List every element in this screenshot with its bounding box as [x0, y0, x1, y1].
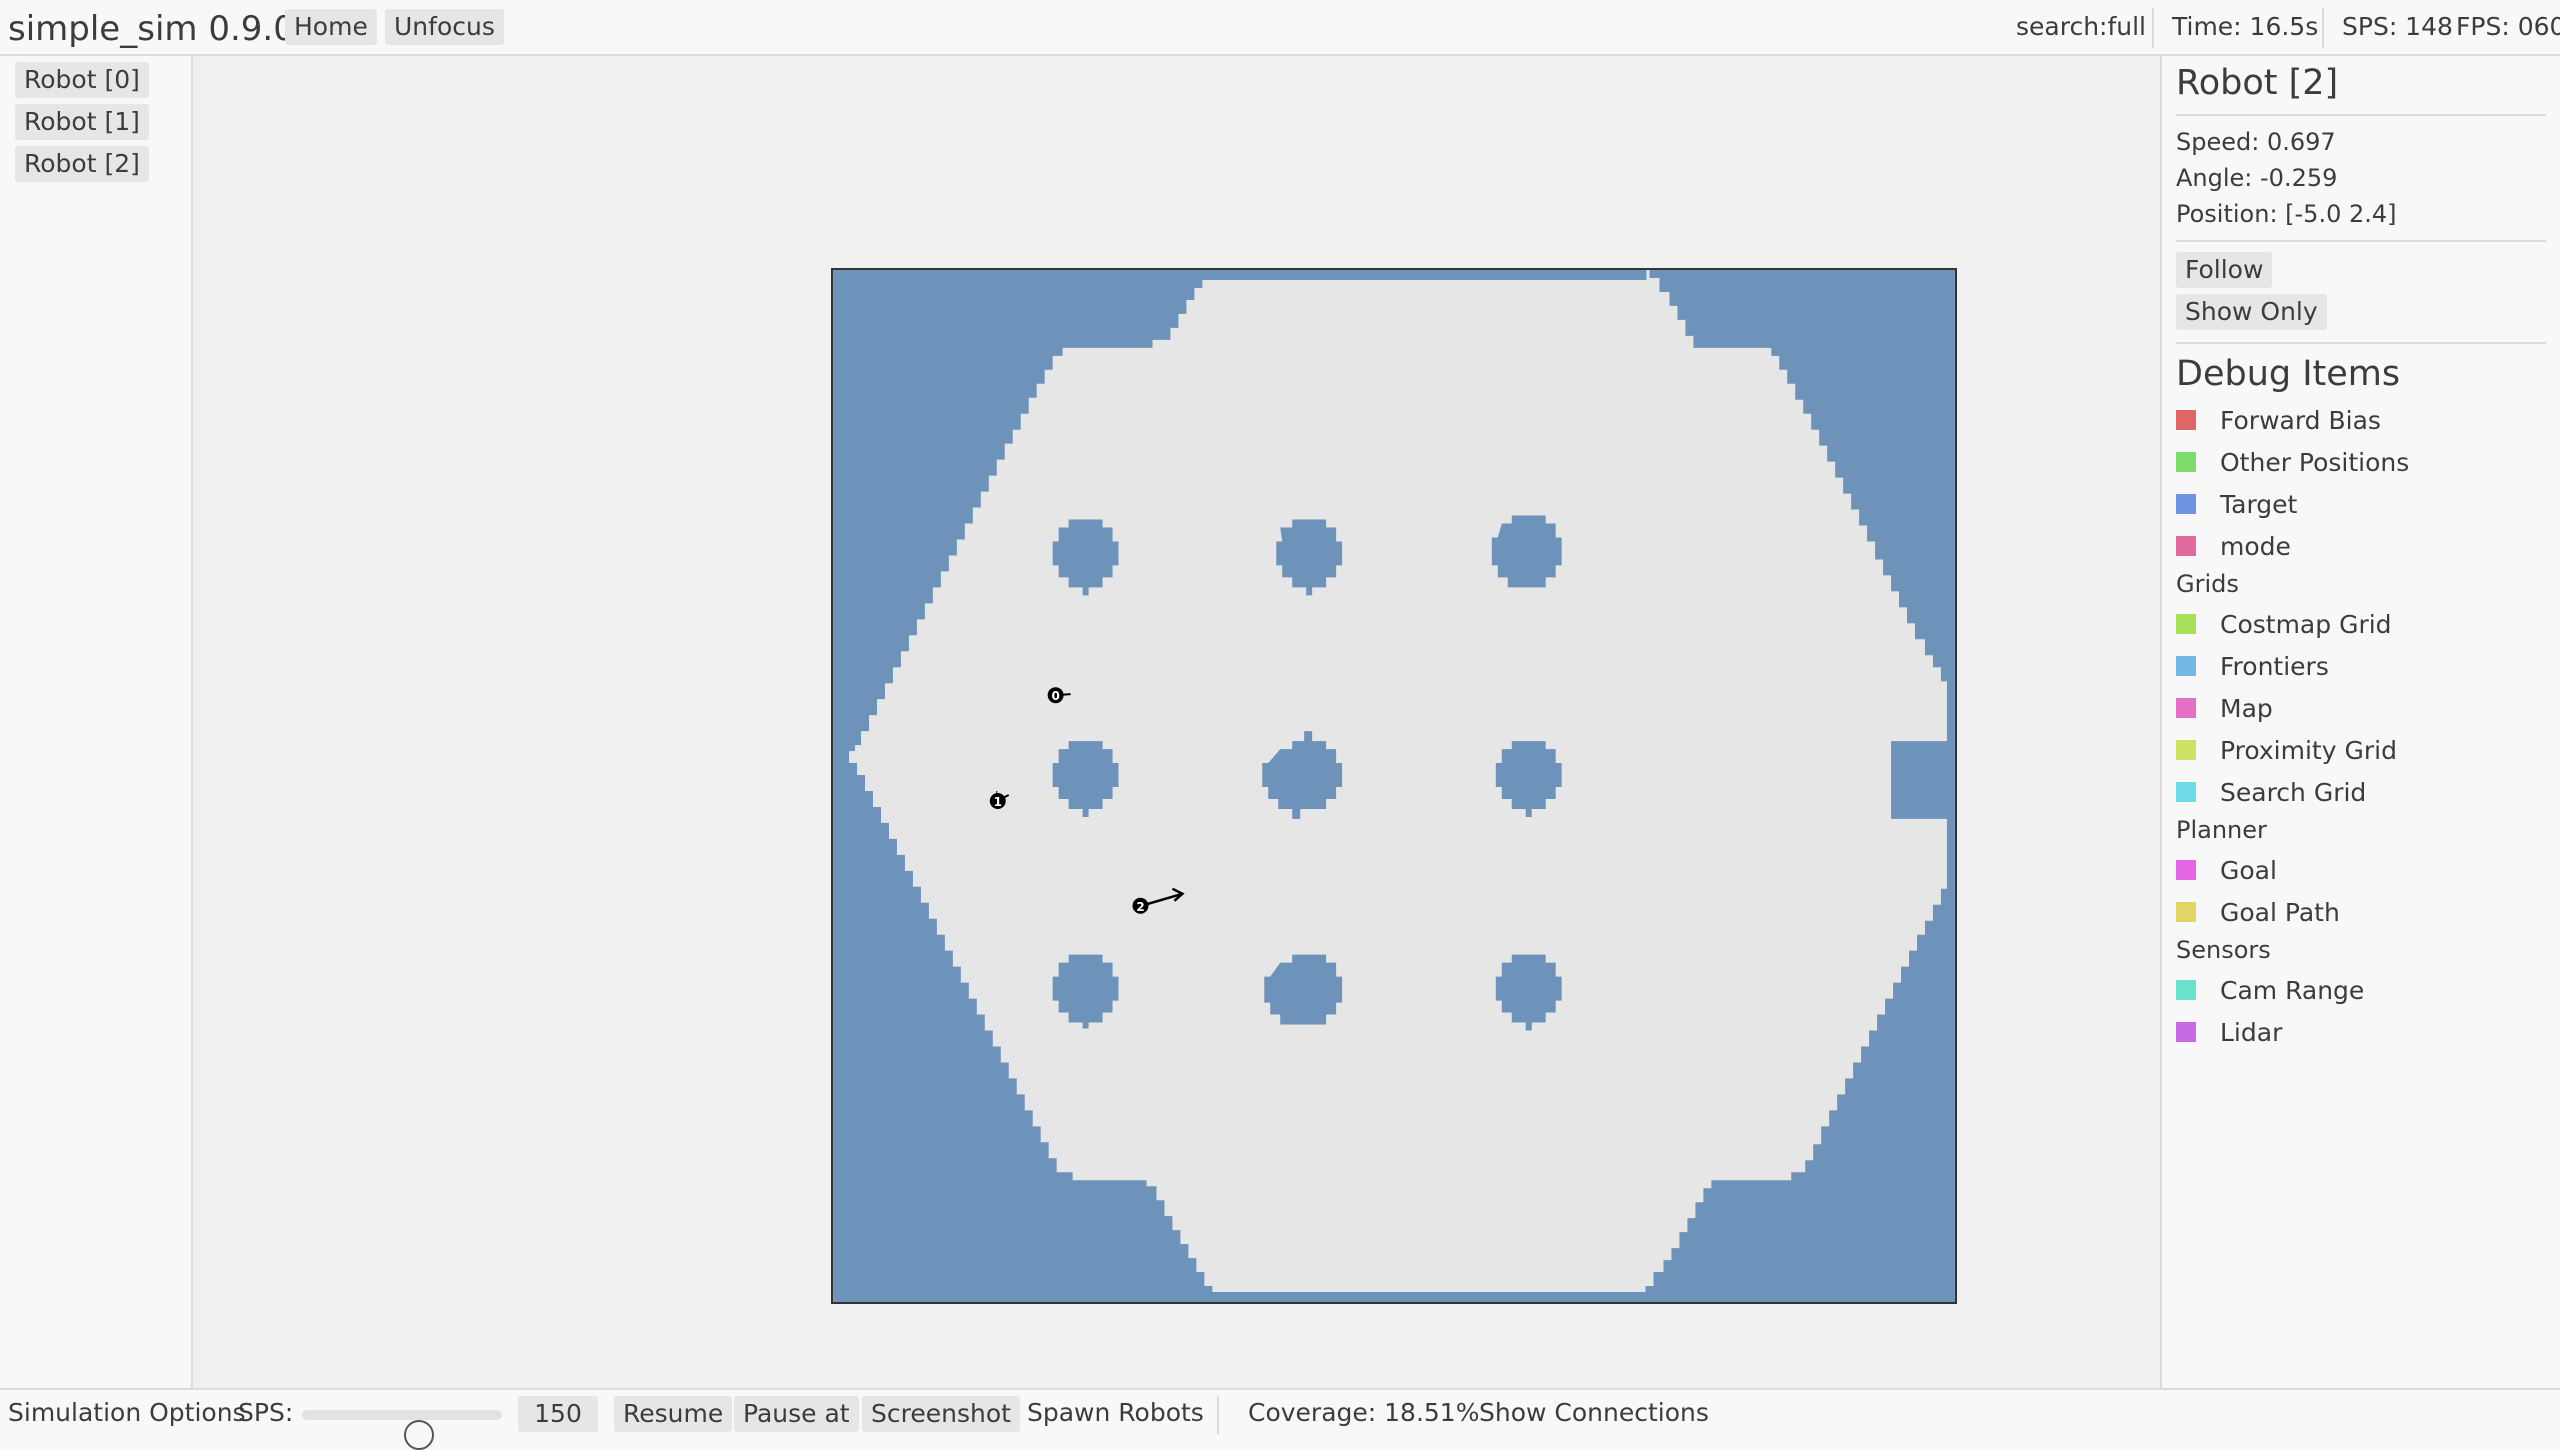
position-readout: Position: [-5.0 2.4] — [2176, 200, 2397, 228]
color-swatch-icon — [2176, 698, 2196, 718]
color-swatch-icon — [2176, 1022, 2196, 1042]
sps-readout: SPS: 148 — [2342, 12, 2453, 41]
debug-item-cam-range[interactable]: Cam Range — [2176, 972, 2364, 1008]
group-heading-planner: Planner — [2176, 816, 2267, 844]
search-mode-label: search:full — [2016, 12, 2147, 41]
time-readout: Time: 16.5s — [2172, 12, 2319, 41]
debug-item-lidar[interactable]: Lidar — [2176, 1014, 2282, 1050]
resume-button[interactable]: Resume — [614, 1396, 733, 1432]
robot-inspector-panel: Robot [2] Speed: 0.697 Angle: -0.259 Pos… — [2160, 56, 2560, 1388]
app-title: simple_sim 0.9.0 — [8, 9, 295, 49]
home-button[interactable]: Home — [285, 9, 377, 45]
coverage-readout: Coverage: 18.51% — [1248, 1398, 1480, 1427]
robot-list-item-0[interactable]: Robot [0] — [15, 62, 149, 98]
fps-readout: FPS: 060 — [2456, 12, 2560, 41]
group-heading-grids: Grids — [2176, 570, 2239, 598]
occupancy-map[interactable]: 0 1 2 — [831, 268, 1957, 1304]
color-swatch-icon — [2176, 902, 2196, 922]
group-heading-sensors: Sensors — [2176, 936, 2271, 964]
color-swatch-icon — [2176, 656, 2196, 676]
color-swatch-icon — [2176, 782, 2196, 802]
debug-item-proximity-grid[interactable]: Proximity Grid — [2176, 732, 2397, 768]
robot-id-label: 0 — [1051, 689, 1059, 703]
robot-id-label: 2 — [1136, 900, 1144, 914]
obstacle — [1491, 515, 1562, 588]
simulation-options-label: Simulation Options — [8, 1398, 246, 1427]
debug-item-label: Search Grid — [2220, 777, 2367, 807]
color-swatch-icon — [2176, 614, 2196, 634]
divider — [2176, 114, 2546, 116]
follow-button[interactable]: Follow — [2176, 252, 2273, 288]
color-swatch-icon — [2176, 536, 2196, 556]
divider — [2176, 342, 2546, 344]
inspector-title: Robot [2] — [2176, 63, 2339, 103]
debug-item-label: Forward Bias — [2220, 405, 2381, 435]
color-swatch-icon — [2176, 410, 2196, 430]
speed-readout: Speed: 0.697 — [2176, 128, 2336, 156]
top-bar: simple_sim 0.9.0 Home Unfocus search:ful… — [0, 0, 2560, 56]
debug-item-frontiers[interactable]: Frontiers — [2176, 648, 2329, 684]
spawn-robots-button[interactable]: Spawn Robots — [1027, 1395, 1204, 1431]
robot-list-item-2[interactable]: Robot [2] — [15, 146, 149, 182]
debug-item-forward-bias[interactable]: Forward Bias — [2176, 402, 2381, 438]
debug-item-costmap-grid[interactable]: Costmap Grid — [2176, 606, 2392, 642]
debug-item-mode[interactable]: mode — [2176, 528, 2291, 564]
debug-item-label: Frontiers — [2220, 651, 2329, 681]
robot-list-panel: Robot [0] Robot [1] Robot [2] — [0, 56, 193, 1388]
debug-item-label: Cam Range — [2220, 975, 2365, 1005]
unfocus-button[interactable]: Unfocus — [385, 9, 504, 45]
divider — [2176, 240, 2546, 242]
bottom-separator — [1217, 1396, 1219, 1434]
debug-items-heading: Debug Items — [2176, 354, 2401, 394]
top-separator — [2152, 8, 2154, 48]
debug-item-label: Goal Path — [2220, 897, 2340, 927]
color-swatch-icon — [2176, 452, 2196, 472]
color-swatch-icon — [2176, 980, 2196, 1000]
pause-at-button[interactable]: Pause at — [734, 1396, 859, 1432]
bottom-bar: Simulation Options SPS: 150 Resume Pause… — [0, 1388, 2560, 1450]
color-swatch-icon — [2176, 494, 2196, 514]
robot-id-label: 1 — [994, 795, 1002, 809]
debug-item-label: Target — [2220, 489, 2298, 519]
screenshot-button[interactable]: Screenshot — [862, 1396, 1020, 1432]
angle-readout: Angle: -0.259 — [2176, 164, 2338, 192]
debug-item-map[interactable]: Map — [2176, 690, 2273, 726]
sps-label: SPS: — [238, 1398, 294, 1427]
debug-item-target[interactable]: Target — [2176, 486, 2297, 522]
debug-item-search-grid[interactable]: Search Grid — [2176, 774, 2366, 810]
color-swatch-icon — [2176, 860, 2196, 880]
debug-item-label: Costmap Grid — [2220, 609, 2392, 639]
debug-item-label: Lidar — [2220, 1017, 2283, 1047]
debug-item-label: mode — [2220, 531, 2291, 561]
color-swatch-icon — [2176, 740, 2196, 760]
show-only-button[interactable]: Show Only — [2176, 294, 2327, 330]
debug-item-label: Proximity Grid — [2220, 735, 2397, 765]
debug-item-label: Other Positions — [2220, 447, 2410, 477]
debug-item-other-positions[interactable]: Other Positions — [2176, 444, 2409, 480]
show-connections-toggle[interactable]: Show Connections — [1479, 1395, 1709, 1431]
top-separator — [2322, 8, 2324, 48]
debug-item-label: Goal — [2220, 855, 2277, 885]
sps-slider-handle[interactable] — [404, 1420, 434, 1450]
debug-item-goal-path[interactable]: Goal Path — [2176, 894, 2340, 930]
simulation-viewport[interactable]: 0 1 2 — [193, 56, 2160, 1388]
sps-value-field[interactable]: 150 — [518, 1396, 598, 1432]
robot-list-item-1[interactable]: Robot [1] — [15, 104, 149, 140]
debug-item-goal[interactable]: Goal — [2176, 852, 2277, 888]
sps-slider[interactable] — [302, 1410, 502, 1450]
debug-item-label: Map — [2220, 693, 2273, 723]
